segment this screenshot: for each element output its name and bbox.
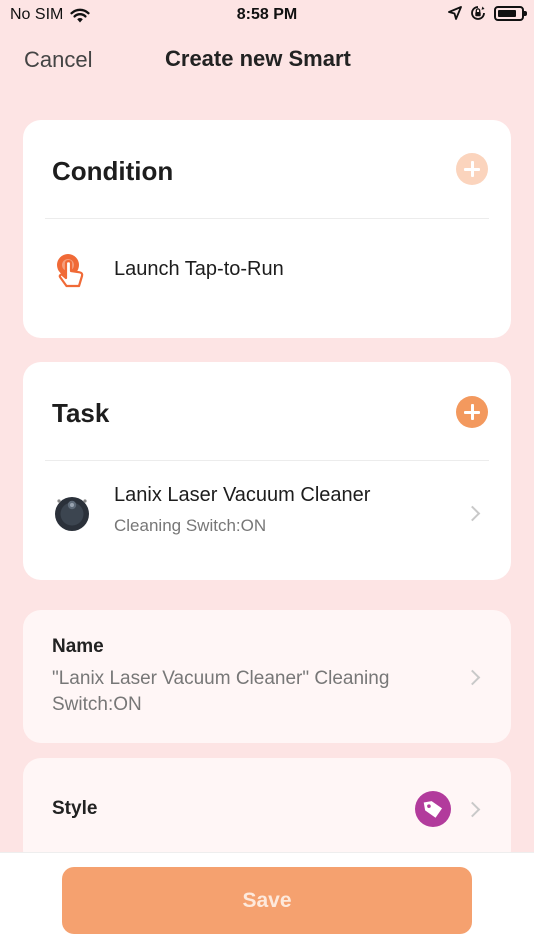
chevron-right-icon[interactable]: [464, 505, 481, 522]
style-badge[interactable]: [415, 791, 451, 827]
style-label: Style: [52, 798, 98, 819]
task-card: Task Lanix Laser Vacuum Cleaner Cleaning…: [23, 362, 511, 580]
name-label: Name: [52, 636, 104, 657]
robot-vacuum-icon: [55, 497, 89, 531]
orientation-lock-icon: [471, 6, 485, 20]
page-title: Create new Smart: [165, 46, 351, 71]
task-title: Task: [52, 398, 110, 428]
name-card[interactable]: Name "Lanix Laser Vacuum Cleaner" Cleani…: [23, 610, 511, 743]
status-right: [448, 5, 527, 21]
condition-item-label[interactable]: Launch Tap-to-Run: [114, 258, 284, 281]
status-bar: No SIM 8:58 PM: [0, 0, 534, 32]
tap-hand-icon: [57, 254, 84, 288]
divider: [45, 460, 489, 461]
name-value: "Lanix Laser Vacuum Cleaner" Cleaning Sw…: [52, 668, 390, 715]
battery-icon: [494, 5, 527, 21]
task-item-sublabel: Cleaning Switch:ON: [114, 516, 267, 535]
condition-card: Condition Launch Tap-to-Run: [23, 120, 511, 338]
tag-icon: [423, 801, 443, 818]
task-item-label[interactable]: Lanix Laser Vacuum Cleaner: [114, 484, 370, 507]
add-condition-button[interactable]: [456, 153, 488, 185]
chevron-right-icon[interactable]: [464, 669, 481, 686]
divider: [45, 218, 489, 219]
save-button[interactable]: Save: [62, 867, 472, 934]
cancel-button[interactable]: Cancel: [24, 47, 92, 73]
bottom-bar: Save: [0, 852, 534, 950]
add-task-button[interactable]: [456, 396, 488, 428]
chevron-right-icon[interactable]: [464, 801, 481, 818]
condition-title: Condition: [52, 156, 174, 186]
location-arrow-icon: [448, 6, 462, 20]
